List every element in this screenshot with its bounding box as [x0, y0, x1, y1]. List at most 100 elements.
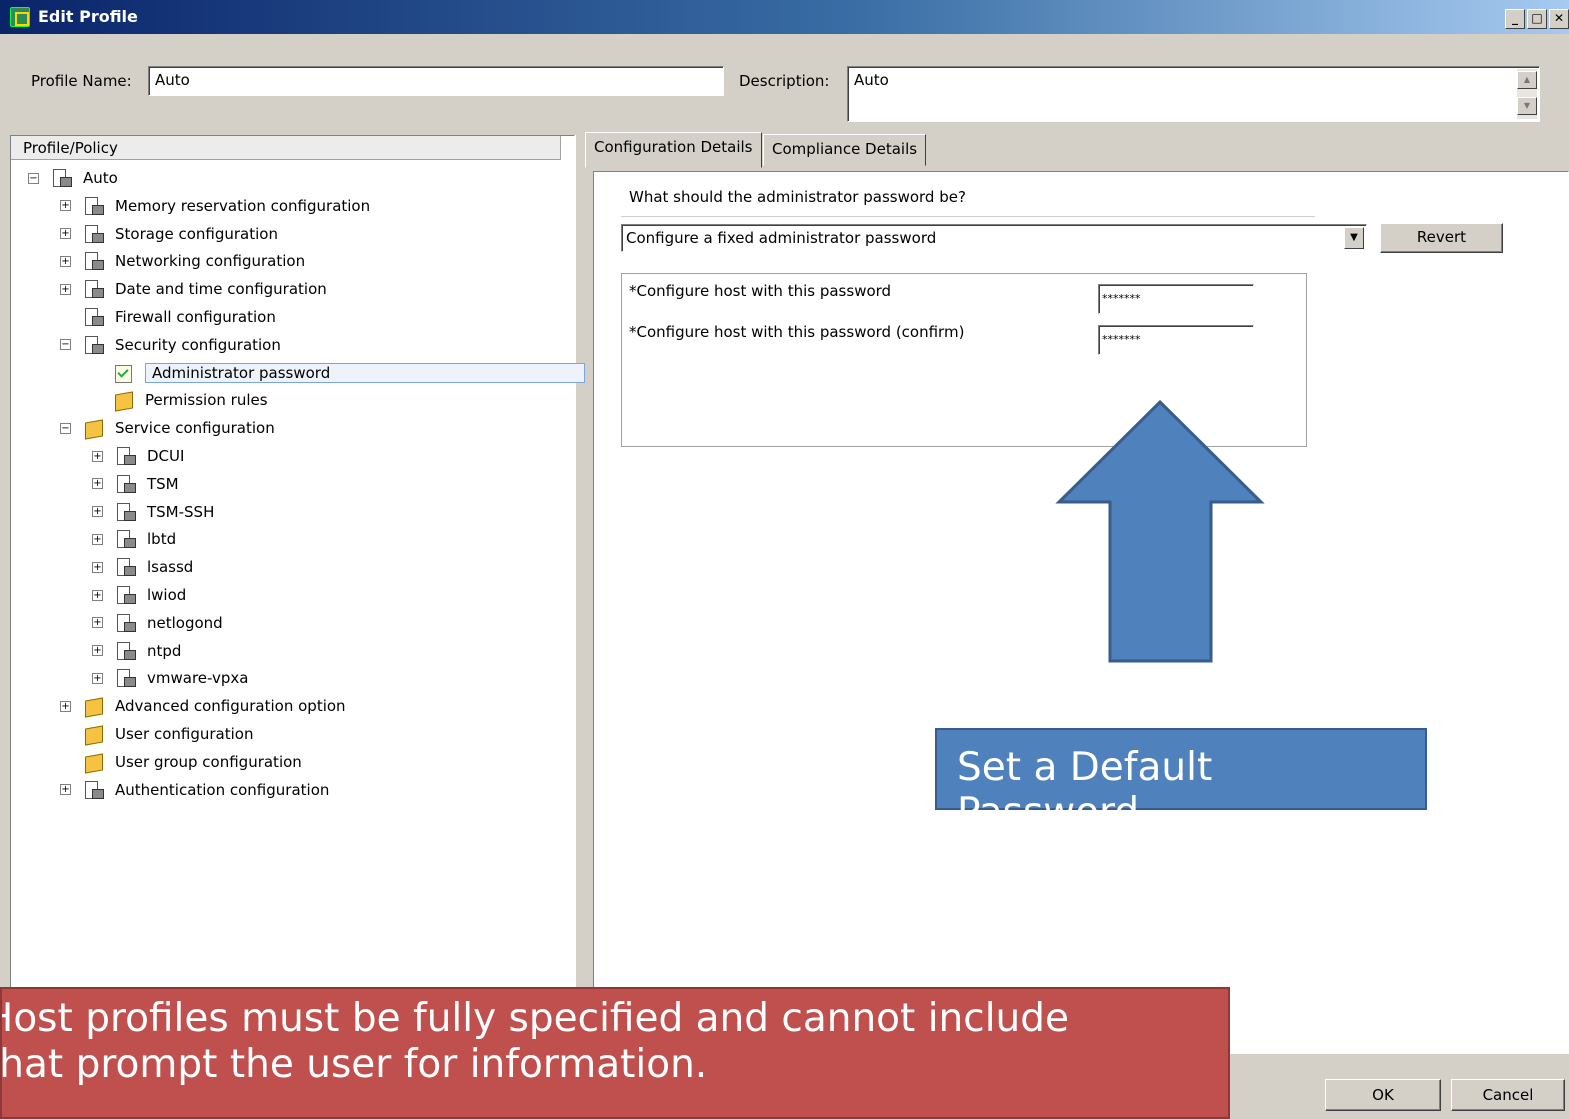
tree-item[interactable]: − Auto — [28, 166, 118, 190]
tree-column-header[interactable]: Profile/Policy — [11, 136, 561, 160]
tree-item-label: Security configuration — [115, 335, 281, 354]
expand-icon[interactable]: + — [92, 450, 103, 462]
tree-item[interactable]: + netlogond — [92, 611, 223, 635]
profile-icon — [115, 502, 136, 522]
tree-item[interactable]: Administrator password — [90, 361, 585, 385]
profile-icon — [115, 557, 136, 577]
tree-item[interactable]: − Service configuration — [60, 416, 275, 440]
tree-item[interactable]: + vmware-vpxa — [92, 666, 249, 690]
folder-icon — [83, 418, 103, 438]
maximize-button[interactable]: □ — [1527, 9, 1547, 29]
collapse-icon[interactable]: − — [60, 422, 71, 434]
app-icon — [10, 7, 30, 27]
tree-item-label: TSM-SSH — [147, 502, 215, 521]
description-scrollbar[interactable]: ▲ ▼ — [1517, 69, 1537, 119]
tree-item-label: Date and time configuration — [115, 280, 327, 299]
cancel-button[interactable]: Cancel — [1451, 1079, 1565, 1111]
tree-item[interactable]: + Advanced configuration option — [60, 694, 346, 718]
tree-item[interactable]: User group configuration — [60, 750, 302, 774]
tree-item[interactable]: + lsassd — [92, 555, 193, 579]
expand-icon[interactable]: + — [92, 533, 103, 545]
pane-splitter[interactable] — [575, 135, 593, 1119]
profile-icon — [83, 251, 104, 271]
expand-icon[interactable]: + — [92, 561, 103, 573]
expand-icon[interactable]: + — [60, 255, 71, 267]
tree-item[interactable]: + Networking configuration — [60, 249, 305, 273]
folder-icon — [83, 724, 103, 744]
tree-item-label: Permission rules — [145, 391, 268, 410]
password-option-dropdown[interactable]: Configure a fixed administrator password… — [621, 224, 1367, 252]
expand-icon[interactable]: + — [92, 645, 103, 657]
expand-icon[interactable]: + — [60, 700, 71, 712]
expand-icon[interactable]: + — [92, 589, 103, 601]
profile-icon — [83, 307, 104, 327]
tree-item[interactable]: + TSM-SSH — [92, 500, 214, 524]
tree-item-label: Networking configuration — [115, 252, 306, 271]
default-password-callout: Set a Default Password — [935, 728, 1427, 835]
expand-icon[interactable]: + — [60, 784, 71, 796]
expand-icon[interactable]: + — [60, 228, 71, 240]
tree-item[interactable]: Firewall configuration — [60, 305, 276, 329]
tree-item[interactable]: + Date and time configuration — [60, 277, 327, 301]
profile-icon — [83, 780, 104, 800]
tree-item[interactable]: + Authentication configuration — [60, 778, 329, 802]
tree-item-label: lwiod — [147, 586, 187, 604]
password-question: What should the administrator password b… — [629, 188, 966, 206]
tree-item[interactable]: + lwiod — [92, 583, 186, 607]
tree-item[interactable]: + lbtd — [92, 527, 176, 551]
collapse-icon[interactable]: − — [60, 339, 71, 351]
tree-item-label: Administrator password — [145, 362, 585, 383]
confirm-password-label: *Configure host with this password (conf… — [629, 323, 965, 341]
dropdown-arrow-icon[interactable]: ▼ — [1344, 227, 1364, 249]
profile-icon — [83, 335, 104, 355]
tree-item[interactable]: Permission rules — [90, 388, 268, 412]
expand-icon[interactable]: + — [92, 672, 103, 684]
confirm-password-input[interactable]: ******* — [1098, 325, 1254, 355]
callout-line-2: that prompt the user for information. — [0, 1042, 708, 1087]
password-label: *Configure host with this password — [629, 282, 892, 300]
profile-icon — [51, 168, 72, 188]
password-option-value: Configure a fixed administrator password — [626, 229, 937, 247]
tree-item-label: lbtd — [147, 530, 177, 549]
close-button[interactable]: ✕ — [1549, 9, 1569, 29]
expand-icon[interactable]: + — [92, 478, 103, 490]
divider — [621, 216, 1315, 217]
tree-item-label: Storage configuration — [115, 224, 278, 243]
expand-icon[interactable]: + — [60, 283, 71, 295]
expand-icon[interactable]: + — [92, 506, 103, 518]
profile-icon — [115, 529, 136, 549]
tree-item-label: User configuration — [115, 725, 254, 743]
tree-item[interactable]: + DCUI — [92, 444, 184, 468]
ok-button[interactable]: OK — [1325, 1079, 1441, 1111]
tab-configuration-details[interactable]: Configuration Details — [585, 132, 762, 168]
scroll-down-icon[interactable]: ▼ — [1517, 97, 1537, 115]
tree-item[interactable]: User configuration — [60, 722, 253, 746]
revert-button[interactable]: Revert — [1380, 223, 1503, 253]
profile-icon — [83, 196, 104, 216]
profile-icon — [115, 585, 136, 605]
expand-icon[interactable]: + — [92, 617, 103, 629]
tree-item[interactable]: + ntpd — [92, 639, 181, 663]
password-input[interactable]: ******* — [1098, 284, 1254, 314]
tree-item[interactable]: + TSM — [92, 472, 179, 496]
tree-item[interactable]: + Storage configuration — [60, 222, 278, 246]
scroll-up-icon[interactable]: ▲ — [1517, 71, 1537, 89]
minimize-button[interactable]: _ — [1505, 9, 1525, 29]
tab-compliance-details[interactable]: Compliance Details — [763, 134, 927, 166]
expand-icon[interactable]: + — [60, 200, 71, 212]
profile-icon — [115, 641, 136, 661]
tree-item[interactable]: + Memory reservation configuration — [60, 194, 370, 218]
profile-icon — [115, 668, 136, 688]
profile-icon — [83, 279, 104, 299]
profile-icon — [115, 613, 136, 633]
description-input[interactable]: Auto ▲ ▼ — [847, 66, 1540, 122]
tree-item-label: Authentication configuration — [115, 780, 330, 799]
tree-item-label: Firewall configuration — [115, 308, 276, 326]
profile-name-input[interactable]: Auto — [148, 66, 724, 96]
collapse-icon[interactable]: − — [28, 172, 39, 184]
tree-item-label: User group configuration — [115, 752, 302, 771]
tree-item[interactable]: − Security configuration — [60, 333, 281, 357]
profile-name-label: Profile Name: — [31, 72, 132, 90]
profile-icon — [83, 224, 104, 244]
callout-line-1: Host profiles must be fully specified an… — [0, 996, 1070, 1041]
